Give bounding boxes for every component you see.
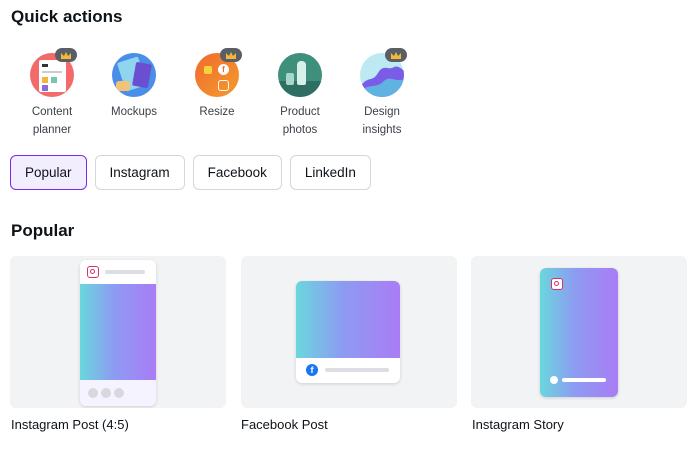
instagram-icon	[551, 278, 563, 290]
tab-popular[interactable]: Popular	[10, 155, 87, 190]
premium-crown-icon	[385, 48, 407, 62]
template-card-label[interactable]: Instagram Post (4:5)	[11, 417, 129, 432]
instagram-post-preview	[80, 260, 156, 406]
template-card-label[interactable]: Instagram Story	[472, 417, 564, 432]
template-card-instagram-post[interactable]	[10, 256, 226, 408]
popular-title: Popular	[11, 221, 75, 240]
quick-action-content-planner[interactable]: Content planner	[12, 48, 92, 139]
quick-action-label: Content planner	[31, 106, 73, 136]
mockups-icon	[112, 53, 156, 97]
quick-action-label: Product photos	[280, 106, 320, 136]
quick-action-label: Resize	[199, 106, 235, 118]
instagram-icon	[87, 266, 99, 278]
template-card-facebook-post[interactable]: f	[241, 256, 457, 408]
tab-facebook[interactable]: Facebook	[192, 155, 282, 190]
instagram-story-preview	[540, 268, 618, 397]
category-tabs: Popular Instagram Facebook LinkedIn	[10, 155, 371, 190]
tab-linkedin[interactable]: LinkedIn	[289, 155, 371, 190]
facebook-icon: f	[306, 364, 318, 376]
quick-action-label: Design insights	[362, 106, 402, 136]
quick-action-design-insights[interactable]: Design insights	[342, 48, 422, 139]
template-card-label[interactable]: Facebook Post	[241, 417, 328, 432]
story-caption-line	[562, 378, 606, 382]
product-photos-icon	[278, 53, 322, 97]
tab-instagram[interactable]: Instagram	[94, 155, 185, 190]
facebook-post-preview: f	[296, 281, 400, 383]
premium-crown-icon	[55, 48, 77, 62]
quick-action-mockups[interactable]: Mockups	[94, 53, 174, 121]
quick-action-product-photos[interactable]: Product photos	[260, 53, 340, 139]
quick-action-label: Mockups	[110, 106, 158, 118]
quick-actions-title: Quick actions	[11, 7, 123, 26]
story-avatar-dot	[550, 376, 558, 384]
template-card-instagram-story[interactable]	[471, 256, 687, 408]
quick-action-resize[interactable]: f Resize	[177, 48, 257, 121]
premium-crown-icon	[220, 48, 242, 62]
